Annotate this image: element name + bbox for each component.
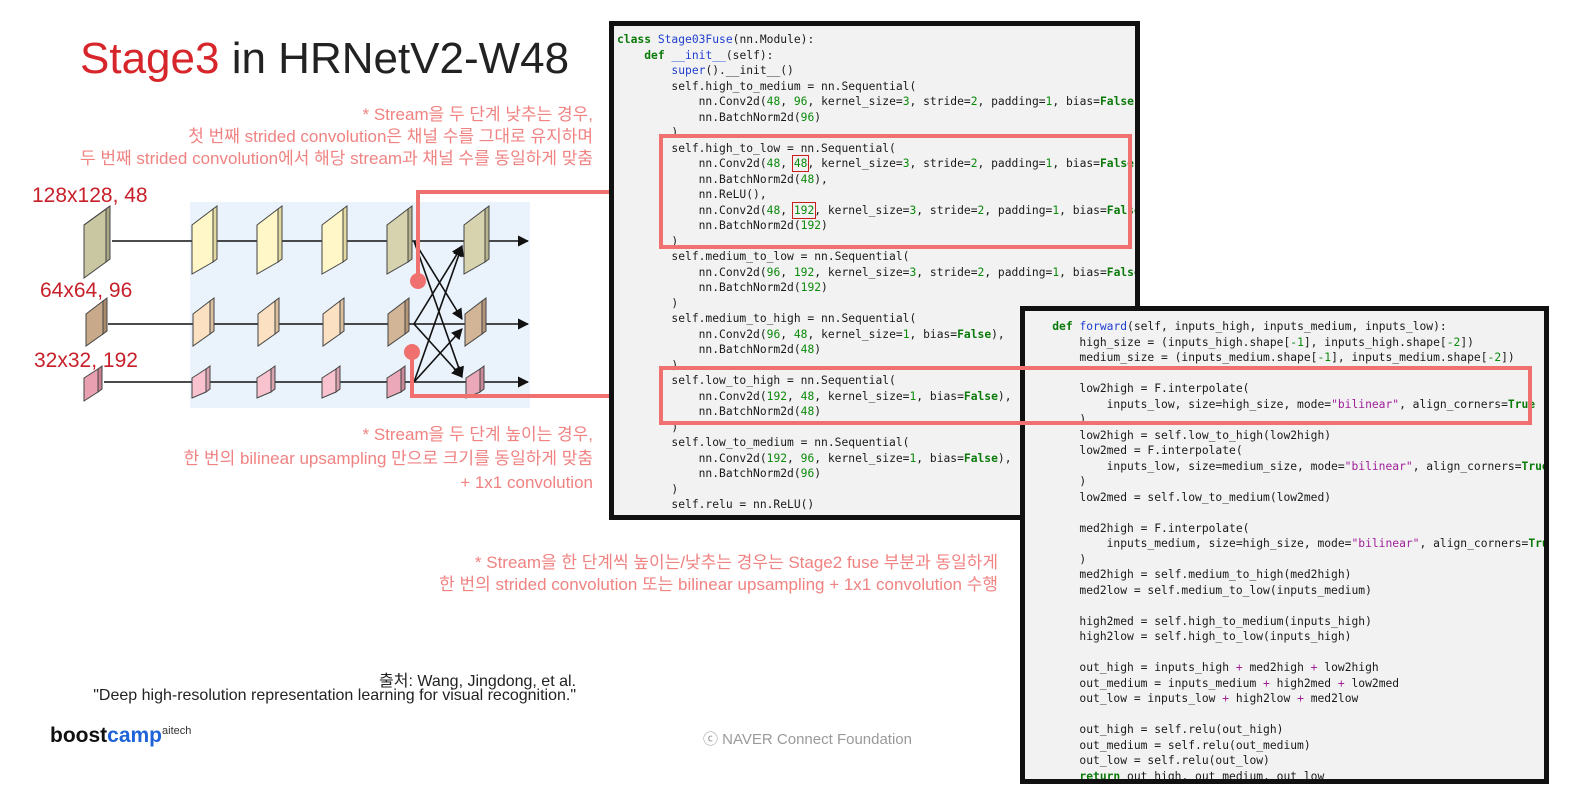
fuse-arrow: [413, 245, 463, 325]
feature-block-high: [386, 205, 413, 275]
code-line: med2low = self.medium_to_low(inputs_medi…: [1025, 583, 1372, 597]
dim-high-label: 128x128, 48: [32, 184, 148, 207]
fuse-arrow: [413, 328, 463, 383]
code-line: self.relu = nn.ReLU(): [617, 498, 815, 511]
note-top-line: 첫 번째 strided convolution은 채널 수를 그대로 유지하며: [188, 127, 593, 146]
code-line: low2med = self.low_to_medium(low2med): [1025, 490, 1332, 504]
dim-medium-label: 64x64, 96: [40, 279, 133, 302]
note-top-line: * Stream을 두 단계 낮추는 경우,: [362, 105, 593, 124]
feature-block-high: [321, 205, 348, 275]
code-line: ): [1025, 552, 1087, 566]
feature-block-high: [83, 205, 111, 279]
connector-dot-high-to-low: [410, 273, 426, 289]
code-line: return out_high, out_medium, out_low: [1079, 769, 1325, 783]
title-rest: in HRNetV2-W48: [219, 34, 570, 83]
code-line: low2high = self.low_to_high(low2high): [1025, 428, 1332, 442]
note-bottom-line: * Stream을 한 단계씩 높이는/낮추는 경우는 Stage2 fuse …: [474, 553, 998, 572]
feature-block-medium: [192, 297, 215, 347]
code-line: nn.Conv2d(96, 192, kernel_size=3, stride…: [617, 265, 1140, 279]
logo-part2: camp: [107, 724, 163, 747]
code-line: low2med = F.interpolate(: [1025, 444, 1243, 457]
note-bottom: * Stream을 한 단계씩 높이는/낮추는 경우는 Stage2 fuse …: [439, 552, 998, 596]
code-line: out_medium = self.relu(out_medium): [1025, 738, 1311, 752]
code-line: self.medium_to_high = nn.Sequential(: [617, 312, 917, 325]
source-citation-title: "Deep high-resolution representation lea…: [93, 687, 576, 704]
feature-block-high: [463, 205, 490, 275]
code-line: self.low_to_medium = nn.Sequential(: [617, 436, 910, 449]
code-line: out_high = self.relu(out_high): [1025, 723, 1284, 736]
logo-part1: boost: [50, 724, 108, 747]
footer-copyright: ⓒ NAVER Connect Foundation: [703, 731, 912, 748]
code-line: nn.Conv2d(96, 48, kernel_size=1, bias=Fa…: [617, 327, 1005, 341]
slide-title: Stage3 in HRNetV2-W48: [80, 34, 569, 84]
highlight-low-to-high: [659, 366, 1532, 425]
note-top: * Stream을 두 단계 낮추는 경우, 첫 번째 strided conv…: [80, 104, 593, 170]
highlight-high-to-low: [659, 134, 1132, 249]
code-line: def forward(self, inputs_high, inputs_me…: [1052, 320, 1447, 333]
note-middle-line: 한 번의 bilinear upsampling 만으로 크기를 동일하게 맞춤: [183, 449, 593, 468]
fuse-arrow: [413, 244, 464, 383]
feature-block-medium: [257, 297, 280, 347]
note-middle-line: * Stream을 두 단계 높이는 경우,: [362, 425, 593, 444]
code-line: ): [617, 482, 679, 496]
code-line: medium_size = (inputs_medium.shape[-1], …: [1025, 351, 1515, 364]
code-line: nn.BatchNorm2d(96): [617, 110, 822, 124]
code-line: self.medium_to_low = nn.Sequential(: [617, 250, 910, 263]
boostcamp-logo: boostcampaitech: [50, 724, 191, 748]
code-line: nn.Conv2d(48, 96, kernel_size=3, stride=…: [617, 95, 1135, 108]
note-middle-line: + 1x1 convolution: [460, 473, 593, 492]
code-line: high2med = self.high_to_medium(inputs_hi…: [1025, 614, 1372, 628]
code-line: ): [1025, 475, 1087, 488]
logo-sup: aitech: [162, 725, 192, 737]
feature-block-medium: [85, 297, 108, 347]
code-line: med2high = self.medium_to_high(med2high): [1025, 568, 1352, 581]
feature-block-medium: [322, 297, 345, 347]
code-line: nn.Conv2d(192, 96, kernel_size=1, bias=F…: [617, 451, 1012, 465]
feature-block-high: [256, 205, 283, 275]
note-middle: * Stream을 두 단계 높이는 경우, 한 번의 bilinear ups…: [184, 423, 593, 495]
code-line: nn.BatchNorm2d(96): [617, 467, 822, 480]
feature-block-high: [191, 205, 218, 275]
code-line: inputs_low, size=medium_size, mode="bili…: [1025, 459, 1549, 473]
code-line: class Stage03Fuse(nn.Module):: [617, 33, 815, 46]
feature-block-medium: [387, 297, 410, 347]
code-line: inputs_medium, size=high_size, mode="bil…: [1025, 537, 1549, 550]
code-line: out_low = inputs_low + high2low + med2lo…: [1025, 692, 1359, 705]
code-line: ): [617, 296, 679, 310]
code-line: med2high = F.interpolate(: [1025, 521, 1250, 535]
feature-block-medium: [464, 297, 487, 347]
code-line: nn.BatchNorm2d(192): [617, 281, 828, 294]
fuse-arrow: [413, 240, 463, 320]
diagram-background: [190, 202, 530, 408]
feature-block-low: [465, 365, 485, 399]
fuse-arrow: [413, 323, 463, 378]
note-top-line: 두 번째 strided convolution에서 해당 stream과 채널…: [79, 149, 593, 168]
feature-block-low: [256, 365, 276, 399]
code-line: high2low = self.high_to_low(inputs_high): [1025, 630, 1352, 643]
fuse-arrow: [413, 240, 464, 379]
note-bottom-line: 한 번의 strided convolution 또는 bilinear ups…: [439, 575, 998, 594]
feature-block-low: [321, 365, 341, 399]
code-line: nn.BatchNorm2d(48): [617, 343, 822, 356]
dim-low-label: 32x32, 192: [34, 349, 138, 372]
code-line: def __init__(self):: [644, 48, 774, 62]
code-line: out_low = self.relu(out_low): [1025, 754, 1270, 767]
code-line: high_size = (inputs_high.shape[-1], inpu…: [1025, 335, 1474, 349]
code-line: out_medium = inputs_medium + high2med + …: [1025, 676, 1400, 690]
connector-dot-low-to-high: [404, 344, 420, 360]
feature-block-low: [191, 365, 211, 399]
code-line: out_high = inputs_high + med2high + low2…: [1025, 661, 1379, 674]
code-line: super().__init__(): [671, 64, 794, 77]
feature-block-low: [386, 365, 406, 399]
code-line: self.high_to_medium = nn.Sequential(: [617, 79, 917, 93]
title-accent: Stage3: [80, 34, 220, 83]
